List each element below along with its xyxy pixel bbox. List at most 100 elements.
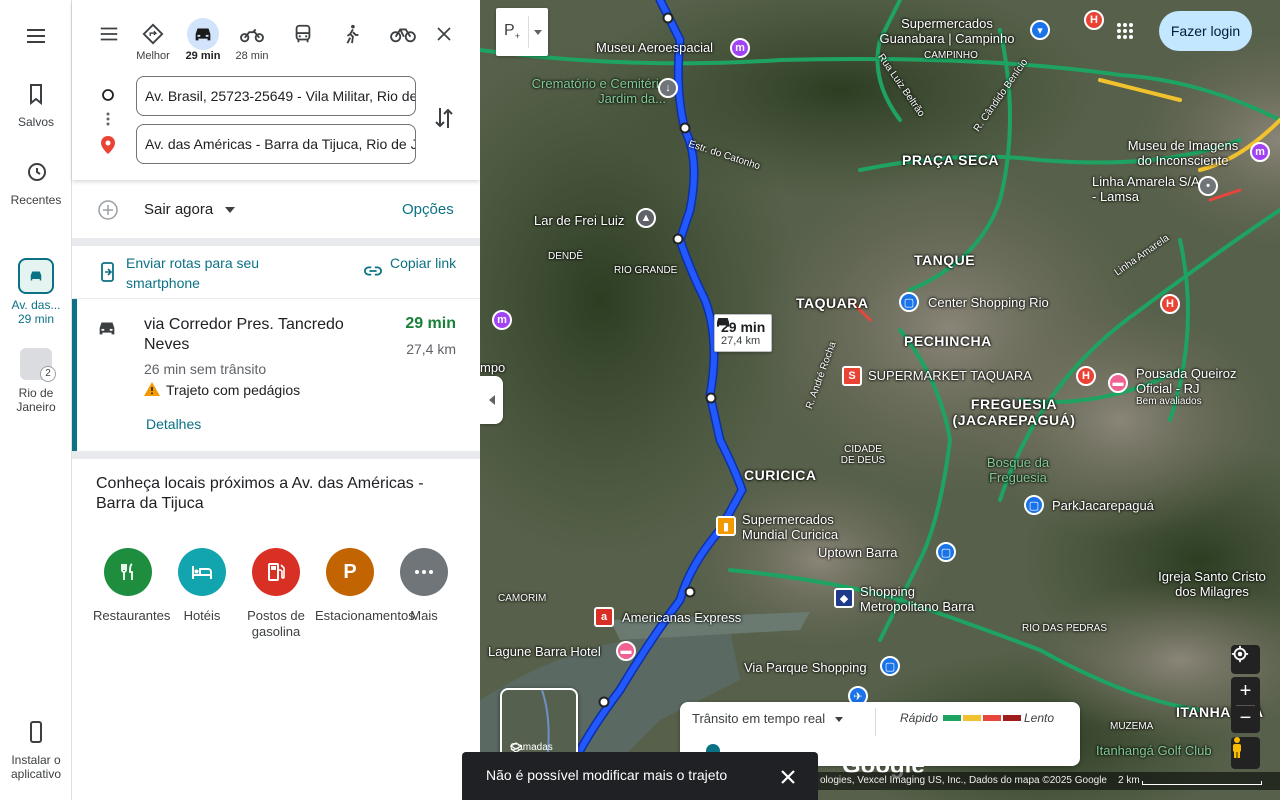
motorcycle-icon bbox=[240, 28, 264, 43]
hospital-pin-icon[interactable]: H bbox=[1084, 10, 1104, 30]
swap-icon[interactable] bbox=[434, 106, 454, 130]
map-label[interactable]: Lagune Barra Hotel bbox=[488, 644, 601, 659]
category-label: Estacionamentos bbox=[315, 608, 415, 623]
mode-motorcycle[interactable]: 28 min bbox=[230, 18, 274, 62]
shopping-pin-icon[interactable]: ▢ bbox=[936, 542, 956, 562]
scale-label[interactable]: 2 km bbox=[1118, 772, 1140, 790]
crosshair-icon bbox=[1231, 645, 1249, 663]
saved-button[interactable]: Salvos bbox=[0, 82, 72, 129]
map-label[interactable]: Igreja Santo Cristo dos Milagres bbox=[1150, 569, 1274, 599]
map-label[interactable]: ParkJacarepaguá bbox=[1052, 498, 1154, 513]
supermarket-pin-icon[interactable]: ▮ bbox=[716, 516, 736, 536]
map-label[interactable]: Shopping Metropolitano Barra bbox=[860, 584, 990, 614]
mode-bike[interactable] bbox=[381, 18, 425, 50]
menu-icon bbox=[100, 27, 118, 41]
origin-input[interactable]: Av. Brasil, 25723-25649 - Vila Militar, … bbox=[136, 76, 416, 116]
recent-button[interactable]: Recentes bbox=[0, 160, 72, 207]
category-gas[interactable]: Postos de gasolina bbox=[241, 548, 311, 640]
options-button[interactable]: Opções bbox=[402, 201, 454, 218]
caret-down-icon bbox=[834, 717, 843, 723]
hotel-pin-icon[interactable]: ▬ bbox=[1108, 373, 1128, 393]
route-card[interactable]: via Corredor Pres. Tancredo Neves 29 min… bbox=[72, 299, 480, 451]
destination-pin-icon bbox=[101, 136, 115, 154]
map-label[interactable]: Bosque da Freguesia bbox=[968, 455, 1068, 485]
parking-lot-pin-icon[interactable]: ▢ bbox=[1024, 495, 1044, 515]
shopping-pin-icon[interactable]: ▢ bbox=[899, 292, 919, 312]
cemetery-pin-icon[interactable]: ↓ bbox=[658, 78, 678, 98]
zoom-in-button[interactable]: + bbox=[1231, 677, 1260, 705]
museum-pin-icon[interactable]: m bbox=[730, 38, 750, 58]
route-distance: 27,4 km bbox=[406, 341, 456, 357]
category-restaurants[interactable]: Restaurantes bbox=[93, 548, 170, 624]
directions-header: Melhor 29 min 28 min Av. Brasil, 25723-2… bbox=[72, 0, 480, 180]
category-more[interactable]: Mais bbox=[389, 548, 459, 624]
scale-bar bbox=[1142, 781, 1262, 785]
store-logo-icon[interactable]: a bbox=[594, 607, 614, 627]
send-to-phone-link[interactable]: Enviar rotas para seu smartphone bbox=[126, 253, 296, 293]
hospital-pin-icon[interactable]: H bbox=[1160, 294, 1180, 314]
traffic-dropdown[interactable]: Trânsito em tempo real bbox=[692, 711, 843, 726]
mode-transit[interactable] bbox=[281, 18, 325, 50]
zoom-controls: + − bbox=[1231, 677, 1260, 733]
hospital-pin-icon[interactable]: H bbox=[1076, 366, 1096, 386]
place-pin-icon[interactable]: • bbox=[1198, 176, 1218, 196]
recent-trip-button[interactable]: Av. das... 29 min bbox=[0, 258, 72, 326]
map-label[interactable]: Lar de Frei Luiz bbox=[534, 213, 624, 228]
museum-pin-icon[interactable]: m bbox=[492, 310, 512, 330]
map-label[interactable]: Itanhangá Golf Club bbox=[1096, 743, 1212, 758]
mall-logo-icon[interactable]: ◆ bbox=[834, 588, 854, 608]
install-app-button[interactable]: Instalar o aplicativo bbox=[0, 720, 72, 781]
toast-text: Não é possível modificar mais o trajeto bbox=[486, 767, 728, 783]
copy-link-button[interactable]: Copiar link bbox=[390, 253, 460, 273]
map-label: MUZEMA bbox=[1110, 721, 1154, 732]
attribution-text[interactable]: ologies, Vexcel Imaging US, Inc., Dados … bbox=[820, 775, 1107, 786]
mode-car[interactable]: 29 min bbox=[181, 18, 225, 62]
rio-label: Rio de Janeiro bbox=[16, 386, 56, 414]
bubble-distance: 27,4 km bbox=[721, 335, 761, 347]
map-label[interactable]: SUPERMARKET TAQUARA bbox=[868, 368, 1032, 383]
shopping-pin-icon[interactable]: ▢ bbox=[880, 656, 900, 676]
close-icon[interactable] bbox=[780, 769, 796, 785]
rio-button[interactable]: 2 Rio de Janeiro bbox=[0, 348, 72, 414]
map-label[interactable]: Center Shopping Rio bbox=[928, 295, 1049, 310]
map-label[interactable]: Museu de Imagens do Inconsciente bbox=[1120, 138, 1246, 168]
zoom-out-button[interactable]: − bbox=[1231, 706, 1260, 733]
shopping-cart-pin-icon[interactable]: ▾ bbox=[1030, 20, 1050, 40]
login-button[interactable]: Fazer login bbox=[1159, 11, 1252, 51]
my-location-button[interactable] bbox=[1231, 645, 1260, 674]
destination-input[interactable]: Av. das Américas - Barra da Tijuca, Rio … bbox=[136, 124, 416, 164]
map-label[interactable]: Uptown Barra bbox=[818, 545, 897, 560]
map-label[interactable]: Supermercados Mundial Curicica bbox=[742, 512, 862, 542]
category-parking[interactable]: P Estacionamentos bbox=[315, 548, 415, 624]
send-to-phone-icon bbox=[101, 262, 114, 282]
pegman-button[interactable] bbox=[1231, 737, 1260, 769]
add-stop-icon[interactable] bbox=[98, 200, 118, 220]
collapse-panel-button[interactable] bbox=[480, 376, 503, 424]
map-label[interactable]: Crematório e Cemitério Jardim da... bbox=[516, 76, 666, 106]
supermarket-logo-icon[interactable]: S bbox=[842, 366, 862, 386]
menu-button-panel[interactable] bbox=[87, 18, 131, 50]
map-canvas[interactable]: Museu Aeroespacial m Crematório e Cemité… bbox=[480, 0, 1280, 800]
route-time-bubble[interactable]: 29 min 27,4 km bbox=[714, 314, 773, 352]
layers-button[interactable]: Camadas bbox=[500, 688, 578, 760]
category-hotels[interactable]: Hotéis bbox=[167, 548, 237, 624]
close-directions-button[interactable] bbox=[422, 18, 466, 50]
details-button[interactable]: Detalhes bbox=[146, 416, 201, 432]
map-label[interactable]: Pousada Queiroz Oficial - RJ bbox=[1136, 366, 1276, 396]
map-label[interactable]: Via Parque Shopping bbox=[744, 660, 867, 675]
mode-best[interactable]: Melhor bbox=[131, 18, 175, 62]
map-label[interactable]: Supermercados Guanabara | Campinho bbox=[872, 16, 1022, 46]
hotel-pin-icon[interactable]: ▬ bbox=[616, 641, 636, 661]
mode-walk[interactable] bbox=[330, 18, 374, 50]
map-label[interactable]: Museu Aeroespacial bbox=[596, 40, 713, 55]
menu-button[interactable] bbox=[0, 24, 72, 57]
toast-message: Não é possível modificar mais o trajeto bbox=[462, 752, 818, 800]
school-pin-icon[interactable]: ▲ bbox=[636, 208, 656, 228]
leave-now-dropdown[interactable]: Sair agora bbox=[144, 201, 236, 218]
apps-grid-icon[interactable] bbox=[1116, 22, 1134, 40]
map-label[interactable]: Linha Amarela S/A - Lamsa bbox=[1092, 174, 1204, 204]
map-label[interactable]: Americanas Express bbox=[622, 610, 741, 625]
map-type-selector[interactable]: P+ bbox=[496, 8, 548, 56]
museum-pin-icon[interactable]: m bbox=[1250, 142, 1270, 162]
fuel-pump-icon bbox=[252, 548, 300, 596]
